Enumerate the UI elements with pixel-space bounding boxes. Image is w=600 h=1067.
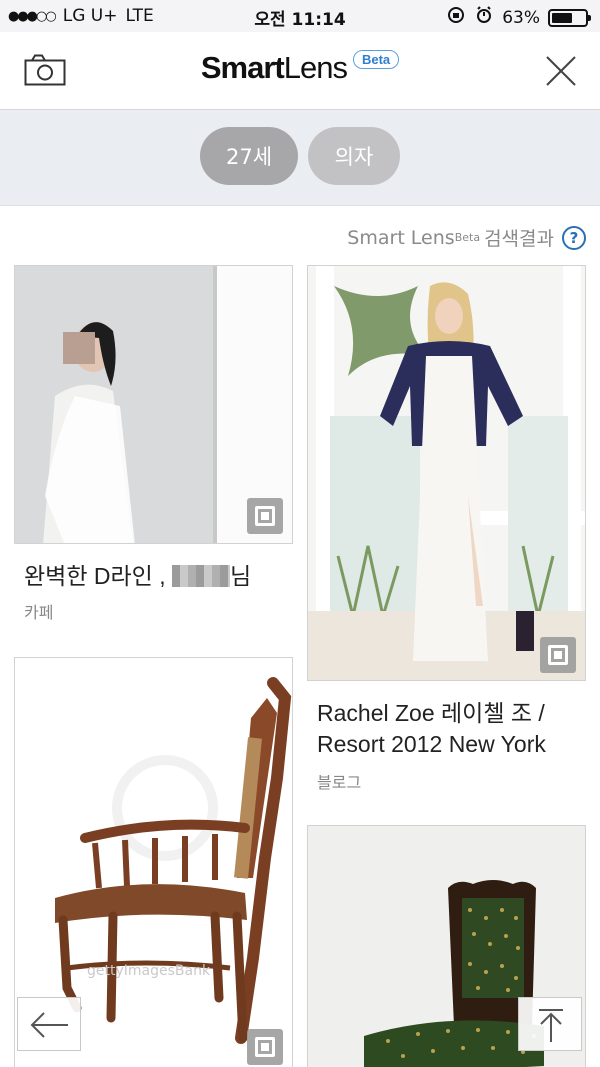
- result-title-start: 완벽한 D라인 ,: [24, 563, 166, 589]
- back-button[interactable]: [17, 997, 81, 1051]
- smartlens-search-icon[interactable]: [247, 498, 283, 534]
- results-heading: Smart Lens Beta 검색결과 ?: [347, 224, 586, 251]
- smartlens-logo: SmartLens Beta: [0, 50, 600, 86]
- beta-badge: Beta: [352, 50, 400, 69]
- result-card[interactable]: 완벽한 D라인 , 님 카페: [14, 265, 293, 625]
- close-icon[interactable]: [544, 54, 578, 88]
- results-title-suffix: 검색결과: [484, 228, 554, 250]
- arrow-left-icon: [30, 1012, 68, 1038]
- scroll-to-top-button[interactable]: [518, 997, 582, 1051]
- results-title-prefix: Smart Lens: [347, 226, 455, 249]
- result-title: Rachel Zoe 레이첼 조 / Resort 2012 New York: [317, 698, 587, 760]
- result-title-end: 님: [229, 563, 252, 589]
- result-source: 카페: [24, 603, 54, 622]
- result-title-line1: Rachel Zoe 레이첼 조 /: [317, 700, 545, 726]
- app-header: SmartLens Beta: [0, 32, 600, 110]
- logo-bold: Smart: [200, 50, 285, 85]
- logo-light: Lens: [283, 50, 348, 85]
- getty-watermark: gettyImagesBank: [87, 963, 211, 979]
- result-card[interactable]: Rachel Zoe 레이첼 조 / Resort 2012 New York …: [307, 265, 586, 805]
- orientation-lock-icon: [446, 5, 466, 30]
- alarm-icon: [474, 5, 494, 30]
- help-icon[interactable]: ?: [562, 225, 586, 250]
- smartlens-search-icon[interactable]: [247, 1029, 283, 1065]
- battery-percent: 63%: [502, 7, 540, 28]
- status-bar: ●●●○○ LG U+ LTE 오전 11:14 63%: [0, 0, 600, 32]
- smartlens-search-icon[interactable]: [540, 637, 576, 673]
- arrow-up-icon: [539, 1009, 563, 1042]
- result-title: 완벽한 D라인 , 님: [24, 561, 294, 592]
- result-title-line2: Resort 2012 New York: [317, 731, 546, 757]
- tag-chip-age[interactable]: 27세: [200, 127, 298, 185]
- results-title-superscript: Beta: [454, 231, 481, 244]
- tag-chip-chair[interactable]: 의자: [308, 127, 400, 185]
- keyword-tag-bar: 27세 의자: [0, 110, 600, 206]
- censored-name: [171, 565, 230, 587]
- result-thumbnail[interactable]: [307, 265, 586, 681]
- battery-icon: [548, 8, 591, 27]
- result-source: 블로그: [317, 773, 362, 792]
